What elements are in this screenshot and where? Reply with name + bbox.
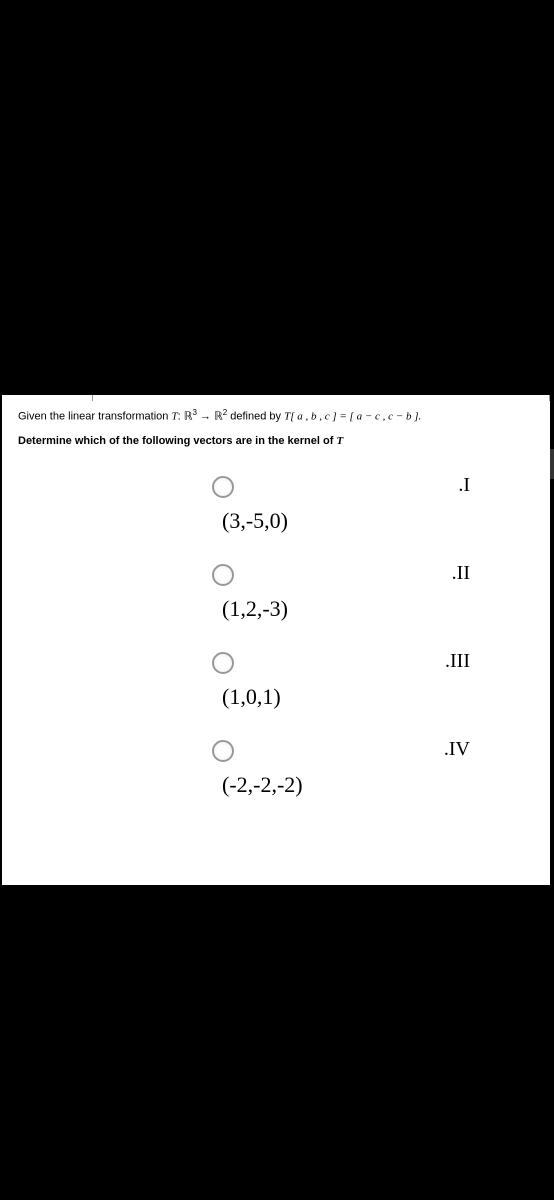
prompt-line2: Determine which of the following vectors… xyxy=(18,435,336,447)
prompt-line2-T: T xyxy=(336,435,343,447)
formula-rest: [ a , b , c ] = [ a − c , c − b ]. xyxy=(290,411,421,423)
radio-button[interactable] xyxy=(212,564,234,586)
option-vector: (1,2,-3) xyxy=(212,596,490,622)
question-panel: Given the linear transformation T: ℝ3 → … xyxy=(2,395,550,885)
symbol-R2: ℝ xyxy=(214,411,223,423)
prompt-text-prefix: Given the linear transformation xyxy=(18,411,171,423)
divider-mark-right xyxy=(549,395,550,401)
option-vector: (1,0,1) xyxy=(212,684,490,710)
side-indicator xyxy=(550,449,554,479)
option-row-2: .II (1,2,-3) xyxy=(212,562,490,622)
option-vector: (3,-5,0) xyxy=(212,508,490,534)
option-row-3: .III (1,0,1) xyxy=(212,650,490,710)
radio-button[interactable] xyxy=(212,476,234,498)
roman-label: .IV xyxy=(444,738,490,761)
option-row-1: .I (3,-5,0) xyxy=(212,474,490,534)
option-vector: (-2,-2,-2) xyxy=(212,772,490,798)
radio-button[interactable] xyxy=(212,652,234,674)
question-prompt: Given the linear transformation T: ℝ3 → … xyxy=(2,395,550,454)
roman-label: .III xyxy=(445,650,490,673)
arrow: → xyxy=(197,411,214,423)
divider-mark xyxy=(92,395,93,401)
options-list: .I (3,-5,0) .II (1,2,-3) .III (1,0,1) .I… xyxy=(2,454,550,846)
option-row-4: .IV (-2,-2,-2) xyxy=(212,738,490,798)
roman-label: .II xyxy=(452,562,490,585)
defined-by-text: defined by xyxy=(227,411,284,423)
radio-button[interactable] xyxy=(212,740,234,762)
roman-label: .I xyxy=(458,474,490,497)
